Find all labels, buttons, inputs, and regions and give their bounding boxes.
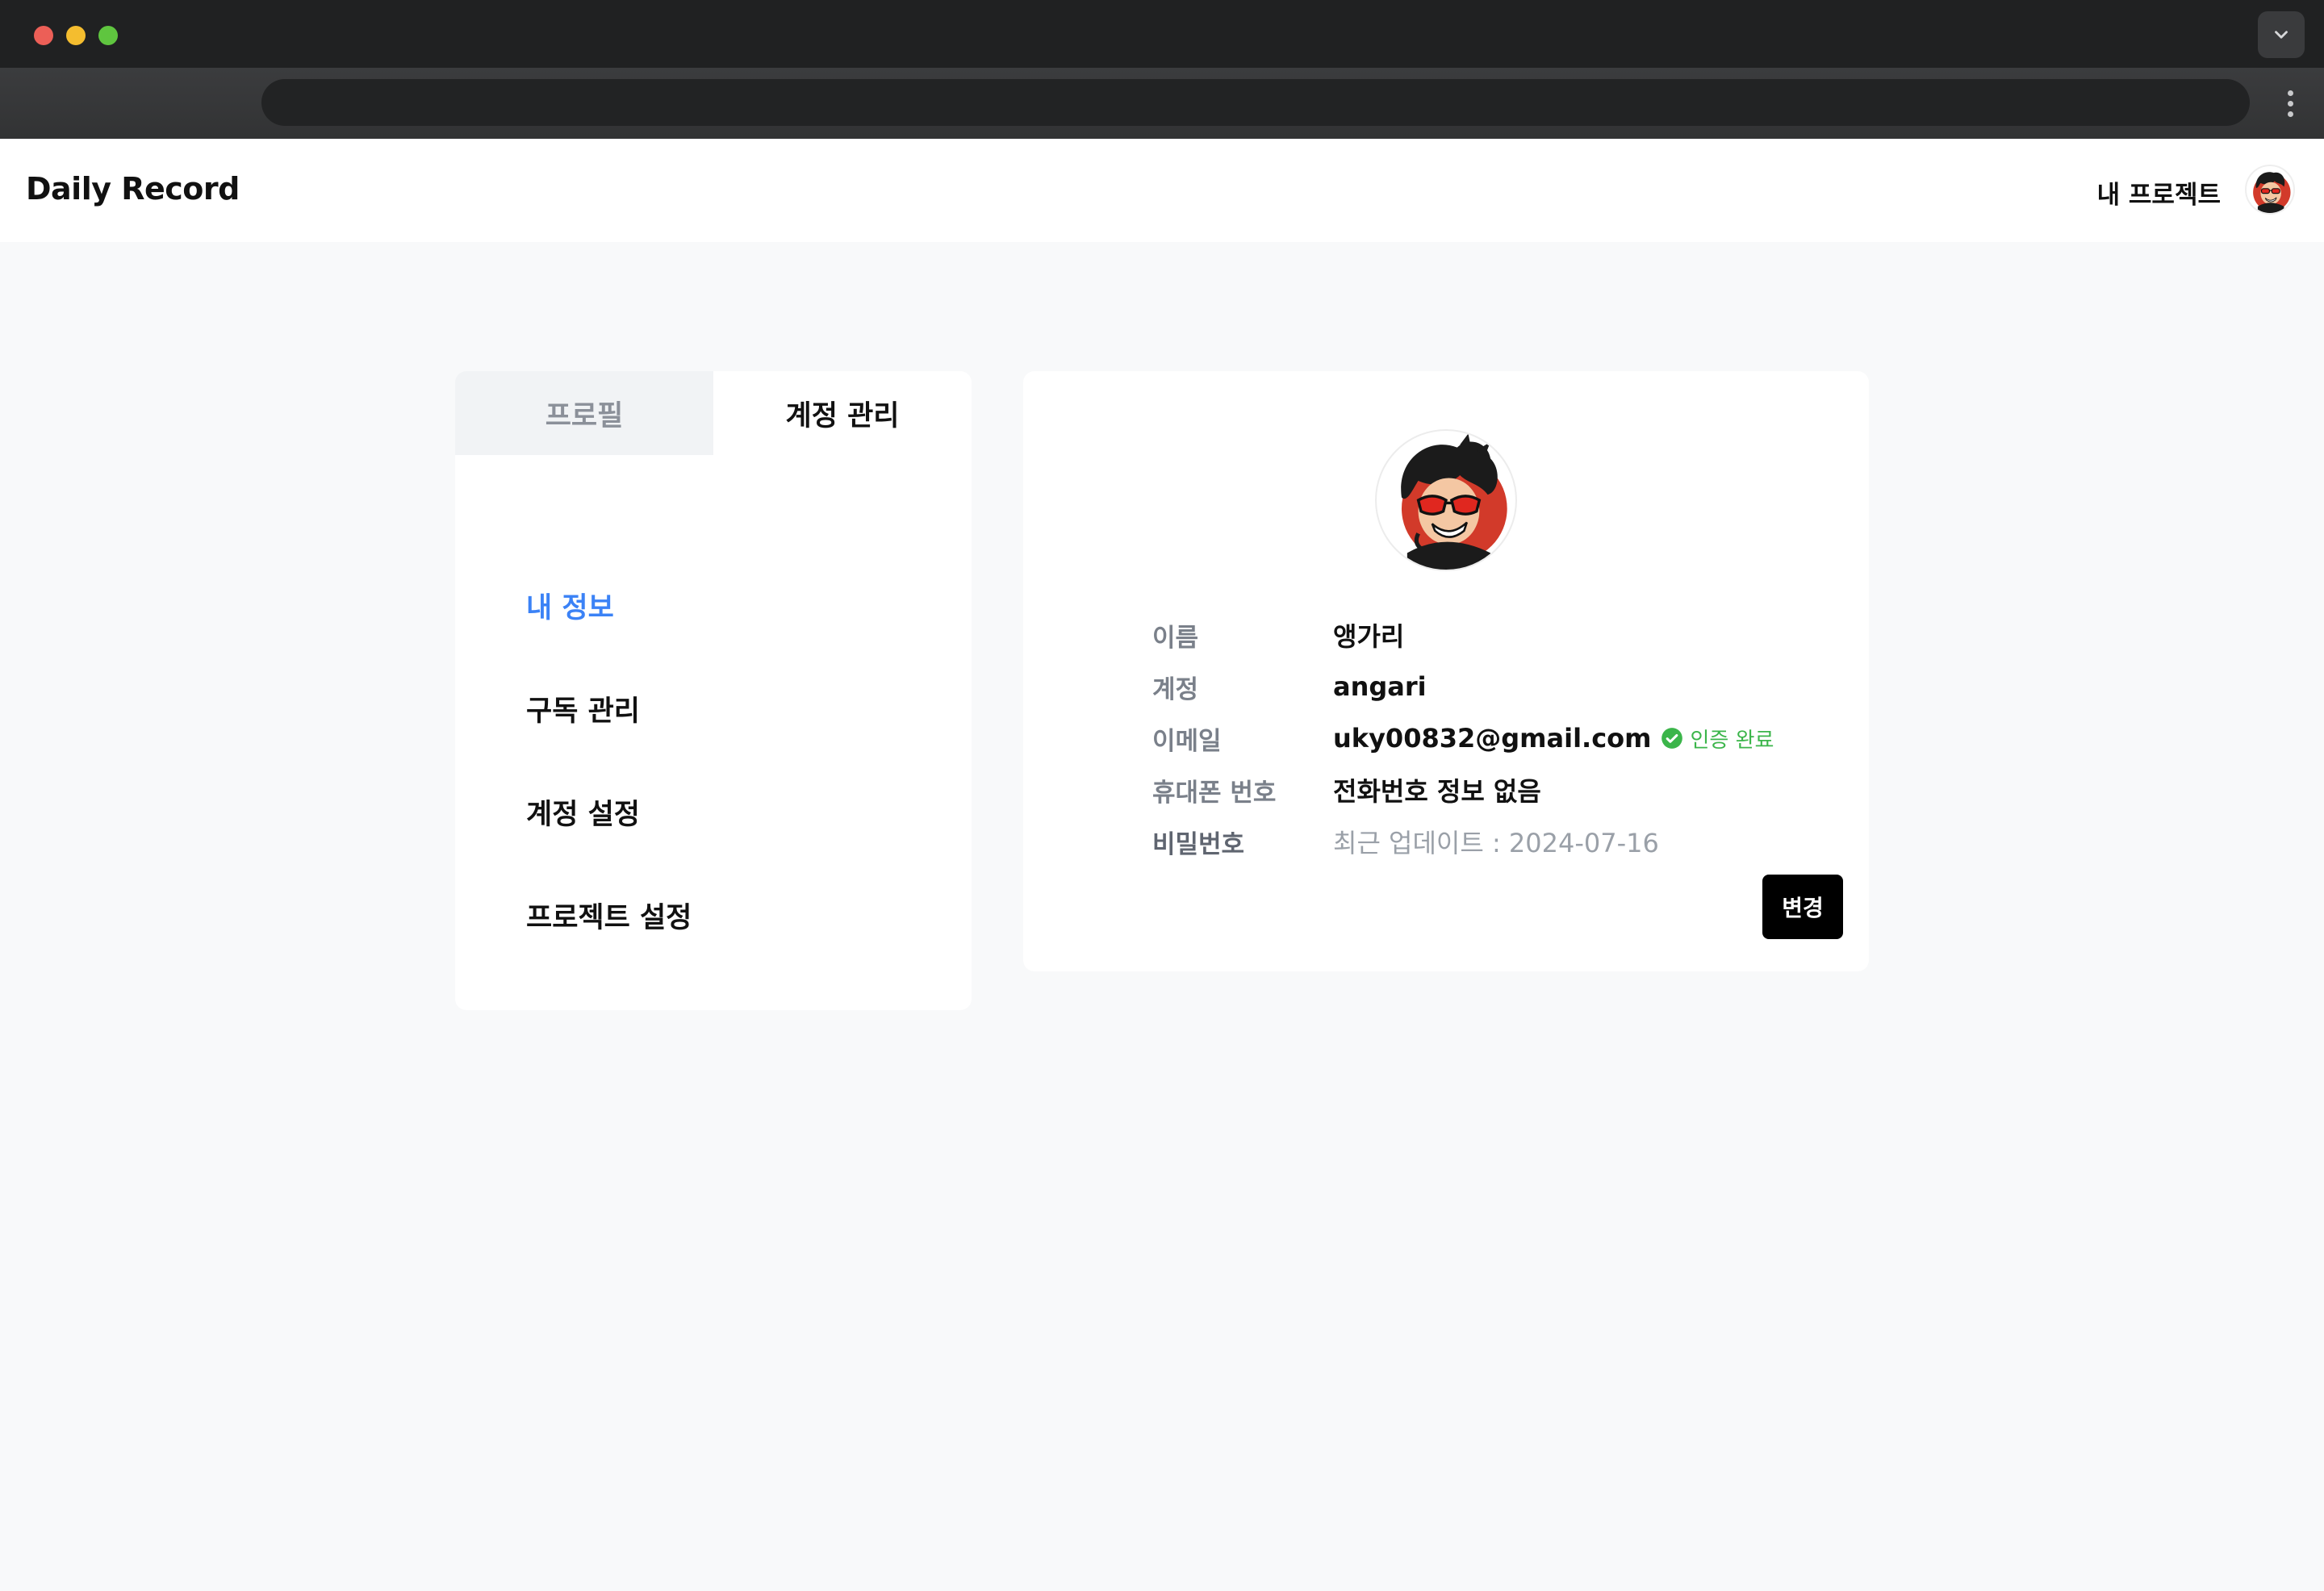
minimize-window-button[interactable]	[66, 26, 86, 45]
settings-sidebar-card: 프로필 계정 관리 내 정보 구독 관리 계정 설정 프로젝트 설정	[455, 371, 972, 1010]
email-label: 이메일	[1152, 726, 1222, 756]
my-projects-link[interactable]: 내 프로젝트	[2097, 174, 2221, 211]
browser-toolbar	[0, 68, 2324, 139]
menu-item-subscription[interactable]: 구독 관리	[526, 692, 692, 796]
chevron-down-icon	[2275, 31, 2288, 39]
info-row-name: 이름 앵가리	[1152, 615, 1404, 655]
name-value: 앵가리	[1333, 621, 1405, 652]
password-label: 비밀번호	[1152, 829, 1245, 859]
menu-item-account-settings[interactable]: 계정 설정	[526, 796, 692, 899]
tab-dropdown-button[interactable]	[2258, 11, 2305, 58]
tab-profile[interactable]: 프로필	[455, 371, 713, 455]
avatar-illustration	[2247, 167, 2293, 213]
verified-text: 인증 완료	[1690, 728, 1774, 753]
account-label: 계정	[1152, 674, 1199, 704]
avatar[interactable]	[2245, 165, 2295, 215]
brand-logo-text[interactable]: Daily Record	[26, 171, 240, 207]
close-window-button[interactable]	[34, 26, 53, 45]
account-info-card: 이름 앵가리 계정 angari 이메일 uky00832@gmail.com …	[1023, 371, 1869, 971]
avatar-illustration	[1379, 433, 1513, 570]
profile-avatar	[1375, 429, 1517, 571]
tab-account-management[interactable]: 계정 관리	[713, 371, 972, 455]
app-header: Daily Record 내 프로젝트	[0, 139, 2324, 242]
info-row-account: 계정 angari	[1152, 666, 1427, 707]
email-value: uky00832@gmail.com	[1333, 723, 1652, 754]
browser-titlebar	[0, 0, 2324, 68]
menu-item-my-info[interactable]: 내 정보	[526, 589, 692, 692]
account-value: angari	[1333, 671, 1427, 702]
password-updated-value: 최근 업데이트 : 2024-07-16	[1333, 828, 1659, 858]
info-row-phone: 휴대폰 번호 전화번호 정보 없음	[1152, 770, 1541, 810]
settings-menu: 내 정보 구독 관리 계정 설정 프로젝트 설정	[526, 589, 692, 1002]
info-row-email: 이메일 uky00832@gmail.com 인증 완료	[1152, 718, 1774, 758]
email-value-group: uky00832@gmail.com 인증 완료	[1333, 723, 1774, 754]
name-label: 이름	[1152, 623, 1199, 653]
kebab-menu-icon[interactable]	[2274, 84, 2306, 123]
change-password-button[interactable]: 변경	[1762, 875, 1843, 939]
phone-value: 전화번호 정보 없음	[1333, 776, 1541, 807]
address-bar[interactable]	[261, 79, 2250, 126]
maximize-window-button[interactable]	[98, 26, 118, 45]
check-circle-icon	[1661, 728, 1683, 749]
menu-item-project-settings[interactable]: 프로젝트 설정	[526, 899, 692, 1002]
tab-bar: 프로필 계정 관리	[455, 371, 972, 455]
info-row-password: 비밀번호 최근 업데이트 : 2024-07-16	[1152, 821, 1659, 862]
verified-badge: 인증 완료	[1661, 724, 1774, 754]
phone-label: 휴대폰 번호	[1152, 778, 1277, 808]
